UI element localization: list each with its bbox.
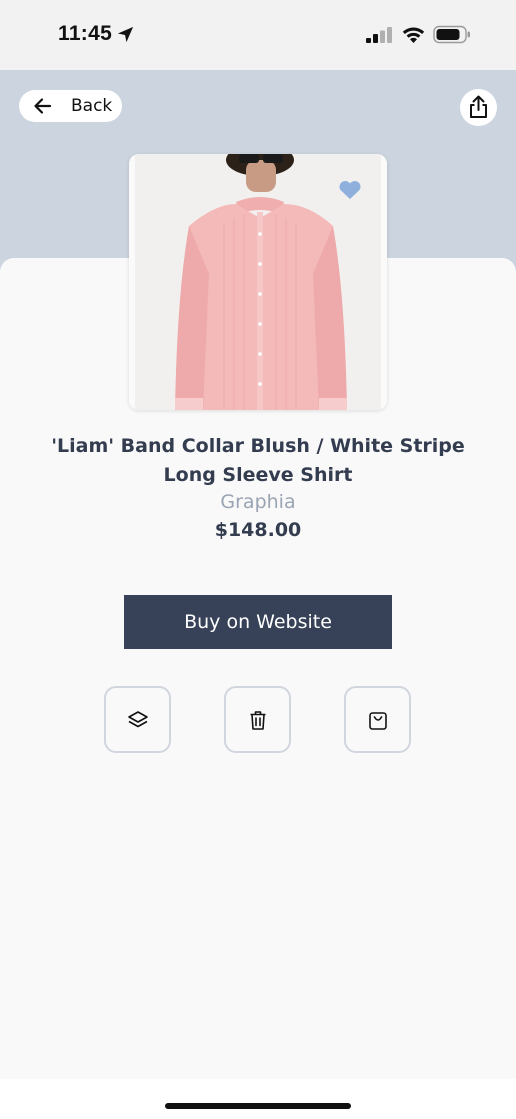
back-label: Back bbox=[71, 96, 113, 116]
status-time: 11:45 bbox=[58, 22, 113, 45]
wifi-icon bbox=[402, 27, 425, 43]
layers-icon bbox=[128, 711, 148, 728]
shopping-bag-button[interactable] bbox=[344, 686, 411, 753]
buy-on-website-button[interactable]: Buy on Website bbox=[124, 595, 392, 649]
status-bar: 11:45 bbox=[0, 0, 516, 70]
arrow-left-icon bbox=[34, 98, 52, 114]
cellular-signal-icon bbox=[366, 27, 392, 43]
home-indicator-area bbox=[0, 1079, 516, 1119]
delete-button[interactable] bbox=[224, 686, 291, 753]
layers-button[interactable] bbox=[104, 686, 171, 753]
share-icon bbox=[470, 95, 487, 118]
back-button[interactable]: Back bbox=[19, 90, 122, 122]
shopping-bag-icon bbox=[369, 712, 387, 730]
battery-icon bbox=[433, 25, 470, 44]
trash-icon bbox=[250, 711, 266, 730]
location-arrow-icon bbox=[117, 26, 134, 43]
share-button[interactable] bbox=[460, 89, 497, 126]
product-brand: Graphia bbox=[220, 491, 296, 513]
product-price: $148.00 bbox=[214, 519, 302, 541]
home-indicator[interactable] bbox=[165, 1103, 351, 1109]
product-title: 'Liam' Band Collar Blush / White Stripe … bbox=[51, 435, 465, 486]
heart-icon[interactable] bbox=[338, 180, 362, 200]
